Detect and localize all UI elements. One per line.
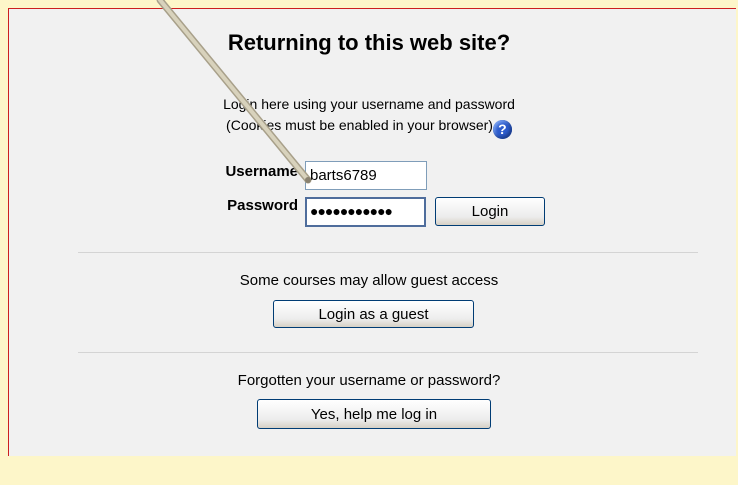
guest-login-button[interactable]: Login as a guest: [273, 300, 474, 328]
forgot-password-text: Forgotten your username or password?: [237, 372, 501, 389]
password-field[interactable]: ●●●●●●●●●●●: [305, 197, 426, 227]
login-instructions: Login here using your username and passw…: [0, 94, 738, 139]
instruction-line-1: Login here using your username and passw…: [223, 96, 515, 112]
divider-1: [78, 252, 698, 253]
username-field[interactable]: [305, 161, 427, 190]
help-icon[interactable]: ?: [492, 120, 512, 139]
password-label: Password: [227, 197, 298, 214]
guest-access-text: Some courses may allow guest access: [239, 272, 499, 289]
forgot-password-button[interactable]: Yes, help me log in: [257, 399, 491, 429]
username-label: Username: [225, 163, 298, 180]
divider-2: [78, 352, 698, 353]
login-button[interactable]: Login: [435, 197, 545, 226]
page-title: Returning to this web site?: [227, 30, 511, 55]
instruction-line-2: (Cookies must be enabled in your browser…: [226, 117, 493, 133]
